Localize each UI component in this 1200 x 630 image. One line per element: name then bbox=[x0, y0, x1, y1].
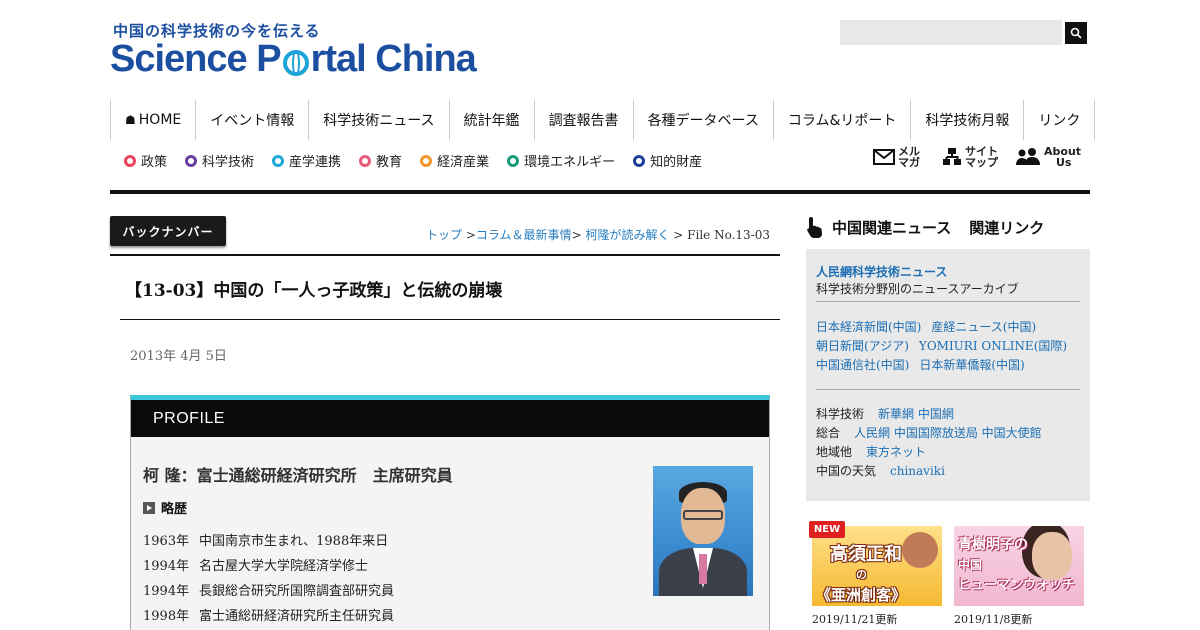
category-industry-academia[interactable]: 産学連携 bbox=[272, 151, 341, 170]
logo-text-1: Science P bbox=[110, 38, 282, 80]
category-row: 中国の天気 chinaviki bbox=[816, 464, 945, 478]
featured-description: 科学技術分野別のニュースアーカイブ bbox=[816, 282, 1019, 296]
mail-icon bbox=[873, 149, 895, 165]
category-row: 科学技術 新華網 中国網 bbox=[816, 407, 954, 421]
new-badge: NEW bbox=[809, 521, 845, 538]
category-dot-icon bbox=[272, 154, 285, 167]
category-dot-icon bbox=[185, 154, 198, 167]
category-ip[interactable]: 知的財産 bbox=[633, 151, 702, 170]
nav-home[interactable]: ☗ HOME bbox=[110, 100, 195, 140]
nav-events[interactable]: イベント情報 bbox=[195, 100, 308, 140]
news-link[interactable]: 日本新華僑報(中国) bbox=[919, 358, 1024, 372]
nav-columns[interactable]: コラム&リポート bbox=[772, 100, 911, 140]
back-number-button[interactable]: バックナンバー bbox=[110, 216, 226, 246]
news-links: 日本経済新聞(中国) 産経ニュース(中国) 朝日新聞(アジア) YOMIURI ON… bbox=[816, 318, 1077, 375]
category-dot-icon bbox=[359, 154, 372, 167]
profile-box: PROFILE 柯 隆：富士通総研経済研究所 主席研究員 略歴 1963年 中国南… bbox=[130, 395, 770, 630]
people-icon bbox=[1016, 148, 1040, 165]
category-environment[interactable]: 環境エネルギー bbox=[507, 151, 615, 170]
globe-icon bbox=[282, 49, 309, 76]
career-row: 1963年 中国南京市生まれ、1988年来日 bbox=[143, 534, 389, 549]
nav-links[interactable]: リンク bbox=[1023, 100, 1096, 140]
nav-sci-news[interactable]: 科学技術ニュース bbox=[308, 100, 448, 140]
news-link[interactable]: 朝日新聞(アジア) bbox=[816, 339, 909, 353]
about-us-link[interactable]: About Us bbox=[1015, 146, 1081, 168]
breadcrumb-current: File No.13-03 bbox=[687, 228, 770, 242]
career-row: 1994年 長銀総合研究所国際調査部研究員 bbox=[143, 584, 395, 599]
header-divider-accent bbox=[795, 189, 1090, 190]
column-banner-aoki[interactable]: 青樹明子の 中国 ヒューマンウォッチ bbox=[954, 526, 1084, 606]
sidebar-heading: 中国関連ニュース 関連リンク bbox=[806, 216, 1044, 238]
category-row: 総合 人民網 中国国際放送局 中国大使館 bbox=[816, 426, 1042, 440]
breadcrumb: トップ >コラム＆最新事情> 柯隆が読み解く > File No.13-03 bbox=[426, 228, 770, 242]
logo-text-2: rtal China bbox=[310, 38, 477, 80]
career-list: 1963年 中国南京市生まれ、1988年来日 1994年 名古屋大学大学院経済学修士… bbox=[143, 530, 394, 630]
career-heading: 略歴 bbox=[143, 498, 187, 517]
quick-links: メル マガ サイト マップ About Us bbox=[873, 146, 1081, 168]
title-top-rule bbox=[110, 254, 780, 256]
main-nav: ☗ HOME イベント情報 科学技術ニュース 統計年鑑 調査報告書 各種データベー… bbox=[110, 100, 1096, 140]
category-row: 地域他 東方ネット bbox=[816, 445, 927, 459]
category-links: 科学技術 新華網 中国網 総合 人民網 中国国際放送局 中国大使館 地域他 東方ネット… bbox=[816, 405, 1042, 481]
home-icon: ☗ bbox=[125, 113, 136, 127]
banner-update-date: 2019/11/8更新 bbox=[954, 613, 1033, 626]
nav-databases[interactable]: 各種データベース bbox=[632, 100, 773, 140]
pointer-hand-icon bbox=[807, 217, 823, 238]
category-nav: 政策 科学技術 産学連携 教育 経済産業 環境エネルギー 知的財産 bbox=[124, 151, 702, 170]
nav-monthly[interactable]: 科学技術月報 bbox=[910, 100, 1023, 140]
category-policy[interactable]: 政策 bbox=[124, 151, 167, 170]
news-link[interactable]: YOMIURI ONLINE(国際) bbox=[919, 339, 1067, 353]
sitemap-icon bbox=[943, 148, 961, 165]
news-link[interactable]: 産経ニュース(中国) bbox=[931, 320, 1036, 334]
article-date: 2013年 4月 5日 bbox=[130, 349, 227, 364]
related-links-box: 人民網科学技術ニュース 科学技術分野別のニュースアーカイブ 日本経済新聞(中国)… bbox=[806, 249, 1090, 501]
news-link[interactable]: 中国通信社(中国) bbox=[816, 358, 909, 372]
career-row: 1994年 名古屋大学大学院経済学修士 bbox=[143, 559, 369, 574]
category-dot-icon bbox=[507, 154, 520, 167]
category-education[interactable]: 教育 bbox=[359, 151, 402, 170]
author-name: 柯 隆：富士通総研経済研究所 主席研究員 bbox=[143, 466, 453, 485]
title-bottom-rule bbox=[120, 319, 780, 320]
author-photo bbox=[653, 466, 753, 596]
nav-reports[interactable]: 調査報告書 bbox=[533, 100, 633, 140]
box-divider bbox=[816, 389, 1080, 390]
category-dot-icon bbox=[633, 154, 646, 167]
site-logo[interactable]: Science P rtal China bbox=[110, 38, 477, 81]
sitemap-link[interactable]: サイト マップ bbox=[942, 146, 1001, 168]
nav-yearbook[interactable]: 統計年鑑 bbox=[448, 100, 534, 140]
box-divider bbox=[816, 301, 1080, 302]
category-economy[interactable]: 経済産業 bbox=[420, 151, 489, 170]
profile-heading: PROFILE bbox=[131, 400, 769, 437]
mail-magazine-link[interactable]: メル マガ bbox=[873, 146, 928, 168]
search-icon bbox=[1070, 27, 1082, 39]
search-input[interactable] bbox=[840, 20, 1062, 45]
search-button[interactable] bbox=[1065, 22, 1087, 44]
people-daily-sci-link[interactable]: 人民網科学技術ニュース bbox=[816, 263, 947, 280]
category-science[interactable]: 科学技術 bbox=[185, 151, 254, 170]
column-banner-takasu[interactable]: 高須正和 の 《亜洲創客》 bbox=[812, 526, 942, 606]
breadcrumb-top[interactable]: トップ bbox=[426, 228, 462, 242]
article-title: 【13-03】中国の「一人っ子政策」と伝統の崩壊 bbox=[125, 281, 503, 301]
category-dot-icon bbox=[124, 154, 136, 167]
career-row: 1998年 富士通総研経済研究所主任研究員 bbox=[143, 609, 395, 624]
breadcrumb-series[interactable]: 柯隆が読み解く bbox=[585, 228, 669, 242]
banner-update-date: 2019/11/21更新 bbox=[812, 613, 898, 626]
category-dot-icon bbox=[420, 154, 433, 167]
header-divider bbox=[110, 190, 1090, 194]
news-link[interactable]: 日本経済新聞(中国) bbox=[816, 320, 921, 334]
breadcrumb-column[interactable]: コラム＆最新事情 bbox=[476, 228, 572, 242]
arrow-box-icon bbox=[143, 501, 155, 514]
